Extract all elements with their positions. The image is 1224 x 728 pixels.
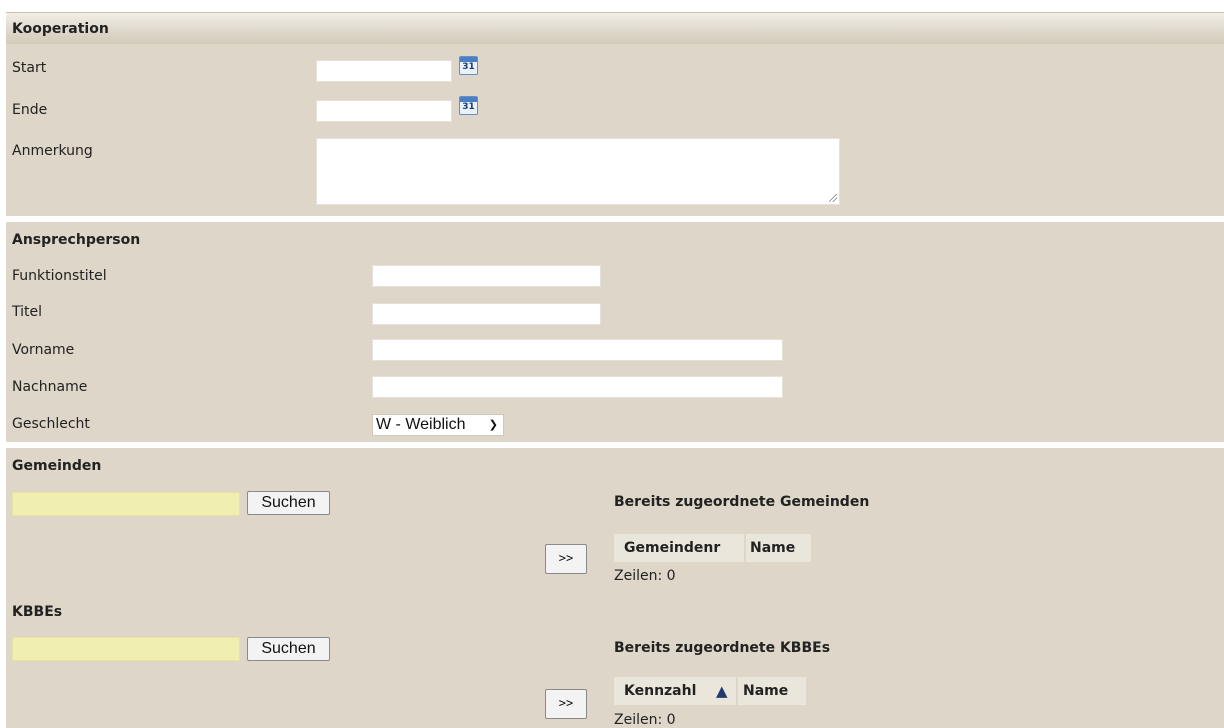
ansprechperson-title: Ansprechperson xyxy=(12,232,141,248)
nachname-label: Nachname xyxy=(12,379,88,395)
gemeinden-table-header: Gemeindenr Name xyxy=(614,534,811,562)
funktionstitel-input[interactable] xyxy=(372,265,601,287)
ansprechperson-panel xyxy=(6,222,1224,442)
column-header-kennzahl[interactable]: Kennzahl xyxy=(624,677,696,705)
gemeinden-search-input[interactable] xyxy=(12,492,240,516)
funktionstitel-label: Funktionstitel xyxy=(12,268,107,284)
gemeinden-rows-count: Zeilen: 0 xyxy=(614,568,676,584)
gemeinden-assigned-title: Bereits zugeordnete Gemeinden xyxy=(614,494,870,510)
kbbes-assigned-title: Bereits zugeordnete KBBEs xyxy=(614,640,831,656)
resize-handle-icon[interactable] xyxy=(829,194,837,202)
anmerkung-label: Anmerkung xyxy=(12,143,93,159)
geschlecht-label: Geschlecht xyxy=(12,416,90,432)
gemeinden-title: Gemeinden xyxy=(12,458,102,474)
gemeinden-add-button[interactable]: >> xyxy=(545,544,587,574)
kbbes-add-button[interactable]: >> xyxy=(545,689,587,719)
anmerkung-textarea[interactable] xyxy=(316,138,840,205)
titel-label: Titel xyxy=(12,304,43,320)
calendar-icon[interactable]: 31 xyxy=(459,56,478,75)
ende-label: Ende xyxy=(12,102,48,118)
nachname-input[interactable] xyxy=(372,376,783,398)
titel-input[interactable] xyxy=(372,303,601,325)
kbbes-search-button[interactable]: Suchen xyxy=(247,637,330,661)
vorname-label: Vorname xyxy=(12,342,75,358)
chevron-down-icon: ❯ xyxy=(488,419,498,431)
sort-ascending-icon[interactable]: ▲ xyxy=(716,677,728,705)
geschlecht-select[interactable]: W - Weiblich ❯ xyxy=(372,414,504,436)
kbbes-search-input[interactable] xyxy=(12,637,240,661)
start-label: Start xyxy=(12,60,47,76)
calendar-icon[interactable]: 31 xyxy=(459,96,478,115)
kbbes-table-header: Kennzahl ▲ Name xyxy=(614,677,806,705)
kooperation-header: Kooperation xyxy=(6,12,1224,45)
column-header-gemeindenr[interactable]: Gemeindenr xyxy=(624,534,720,562)
geschlecht-selected-value: W - Weiblich xyxy=(376,416,466,433)
vorname-input[interactable] xyxy=(372,339,783,361)
gemeinden-search-button[interactable]: Suchen xyxy=(247,491,330,515)
kooperation-title: Kooperation xyxy=(12,21,109,37)
kbbes-rows-count: Zeilen: 0 xyxy=(614,712,676,728)
column-header-name[interactable]: Name xyxy=(743,677,788,705)
column-header-name[interactable]: Name xyxy=(750,534,795,562)
start-date-input[interactable] xyxy=(316,60,452,82)
end-date-input[interactable] xyxy=(316,100,452,122)
kbbes-title: KBBEs xyxy=(12,604,63,620)
